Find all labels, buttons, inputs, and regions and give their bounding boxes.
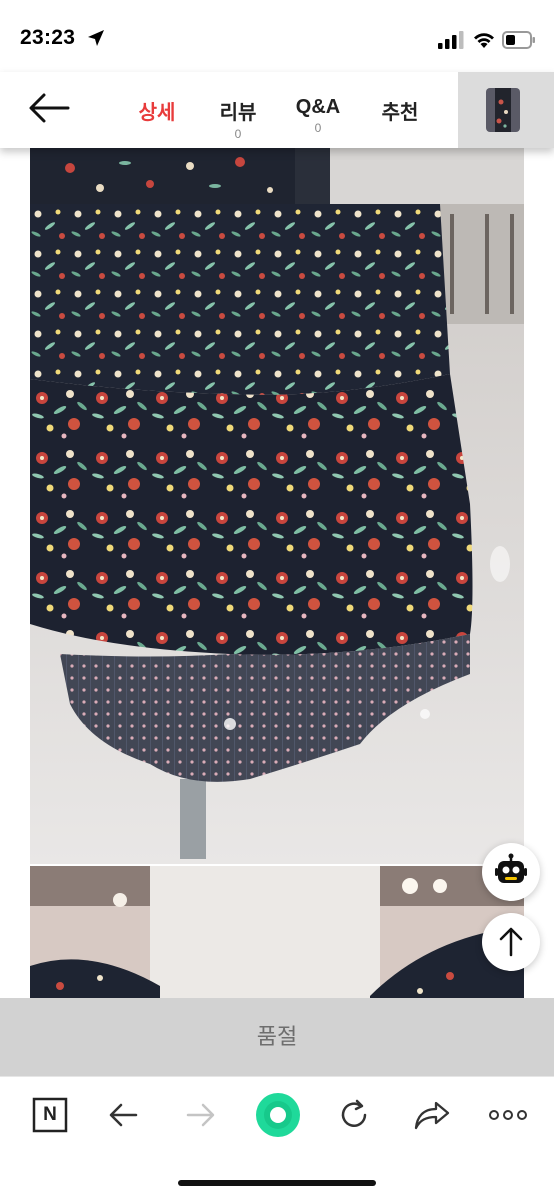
share-icon[interactable] bbox=[410, 1095, 454, 1135]
naver-n-label: N bbox=[43, 1104, 57, 1125]
cellular-signal-icon bbox=[438, 31, 464, 49]
status-time: 23:23 bbox=[20, 26, 76, 49]
more-dots-icon[interactable] bbox=[486, 1095, 530, 1135]
arrow-left-icon[interactable] bbox=[24, 88, 74, 128]
soldout-label: 품절 bbox=[256, 1024, 298, 1049]
tab-review[interactable]: 리뷰 0 bbox=[216, 96, 260, 141]
reload-icon[interactable] bbox=[332, 1095, 376, 1135]
tab-qa-label: Q&A bbox=[295, 96, 341, 118]
chatbot-button[interactable] bbox=[482, 843, 540, 901]
tab-review-label: 리뷰 bbox=[219, 102, 257, 124]
tab-detail[interactable]: 상세 bbox=[136, 96, 178, 125]
tab-recommend-label: 추천 bbox=[381, 102, 419, 124]
status-bar: 23:23 bbox=[0, 0, 554, 80]
battery-icon bbox=[502, 31, 535, 49]
tab-review-count: 0 bbox=[234, 127, 242, 141]
tab-qa[interactable]: Q&A 0 bbox=[292, 96, 344, 135]
chatbot-icon bbox=[495, 853, 527, 883]
floral-dress-hem-photo bbox=[30, 148, 524, 204]
tab-detail-label: 상세 bbox=[138, 102, 176, 124]
product-thumbnail-button[interactable] bbox=[458, 72, 554, 148]
forward-arrow-icon[interactable] bbox=[178, 1095, 222, 1135]
location-arrow-icon bbox=[88, 30, 104, 46]
tab-recommend[interactable]: 추천 bbox=[378, 96, 422, 125]
floral-dress-skirt-photo bbox=[30, 204, 524, 864]
green-circle-icon[interactable] bbox=[254, 1091, 302, 1139]
product-detail-nav: 상세 리뷰 0 Q&A 0 추천 bbox=[0, 72, 554, 148]
back-arrow-icon[interactable] bbox=[102, 1095, 146, 1135]
arrow-up-icon bbox=[499, 927, 523, 957]
product-detail-content bbox=[0, 148, 554, 998]
soldout-button[interactable]: 품절 bbox=[0, 998, 554, 1076]
product-thumbnail-image bbox=[486, 88, 520, 132]
scroll-to-top-button[interactable] bbox=[482, 913, 540, 971]
floral-dress-neckline-photo bbox=[30, 866, 524, 998]
wifi-icon bbox=[474, 33, 494, 48]
tab-qa-count: 0 bbox=[314, 121, 322, 135]
home-indicator[interactable] bbox=[178, 1180, 376, 1186]
naver-n-icon[interactable]: N bbox=[28, 1095, 72, 1135]
